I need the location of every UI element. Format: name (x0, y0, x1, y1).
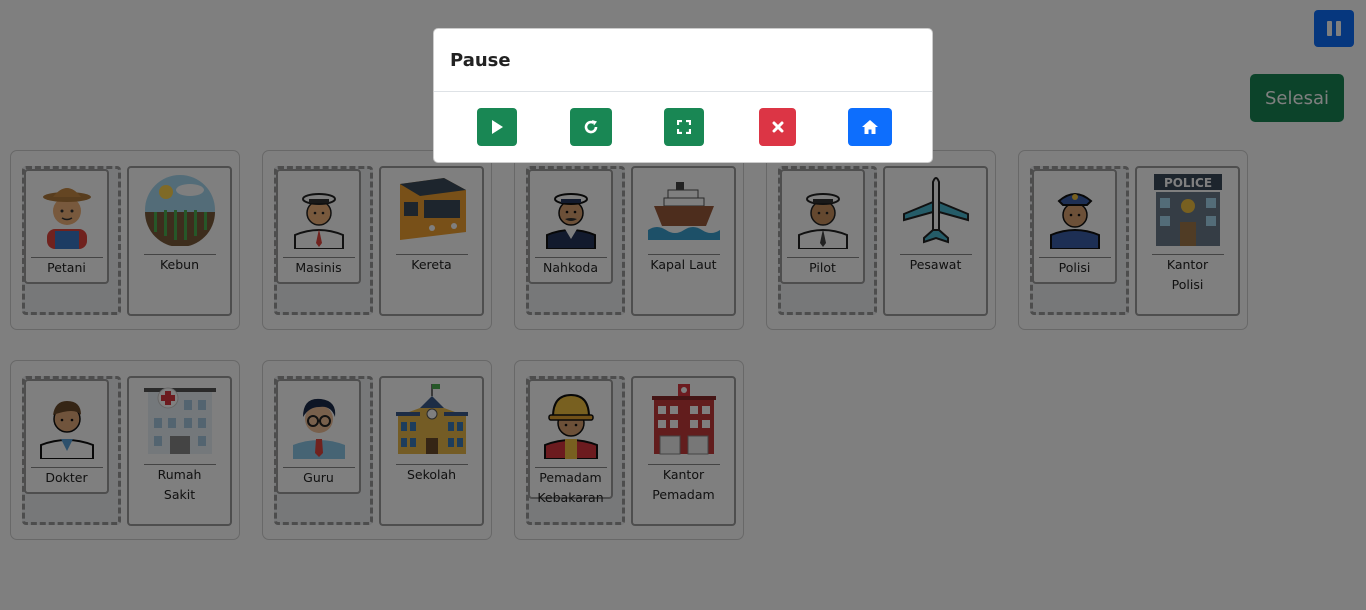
fullscreen-button[interactable] (664, 108, 704, 146)
close-icon (772, 121, 783, 133)
resume-button[interactable] (477, 108, 517, 146)
play-icon (492, 120, 503, 134)
dialog-title: Pause (450, 50, 511, 71)
home-icon (862, 120, 878, 134)
exit-button[interactable] (759, 108, 796, 146)
fullscreen-icon (677, 120, 691, 134)
restart-button[interactable] (570, 108, 612, 146)
dialog-divider (434, 91, 932, 92)
home-button[interactable] (848, 108, 892, 146)
pause-dialog: Pause (433, 28, 933, 163)
restart-icon (584, 120, 598, 134)
